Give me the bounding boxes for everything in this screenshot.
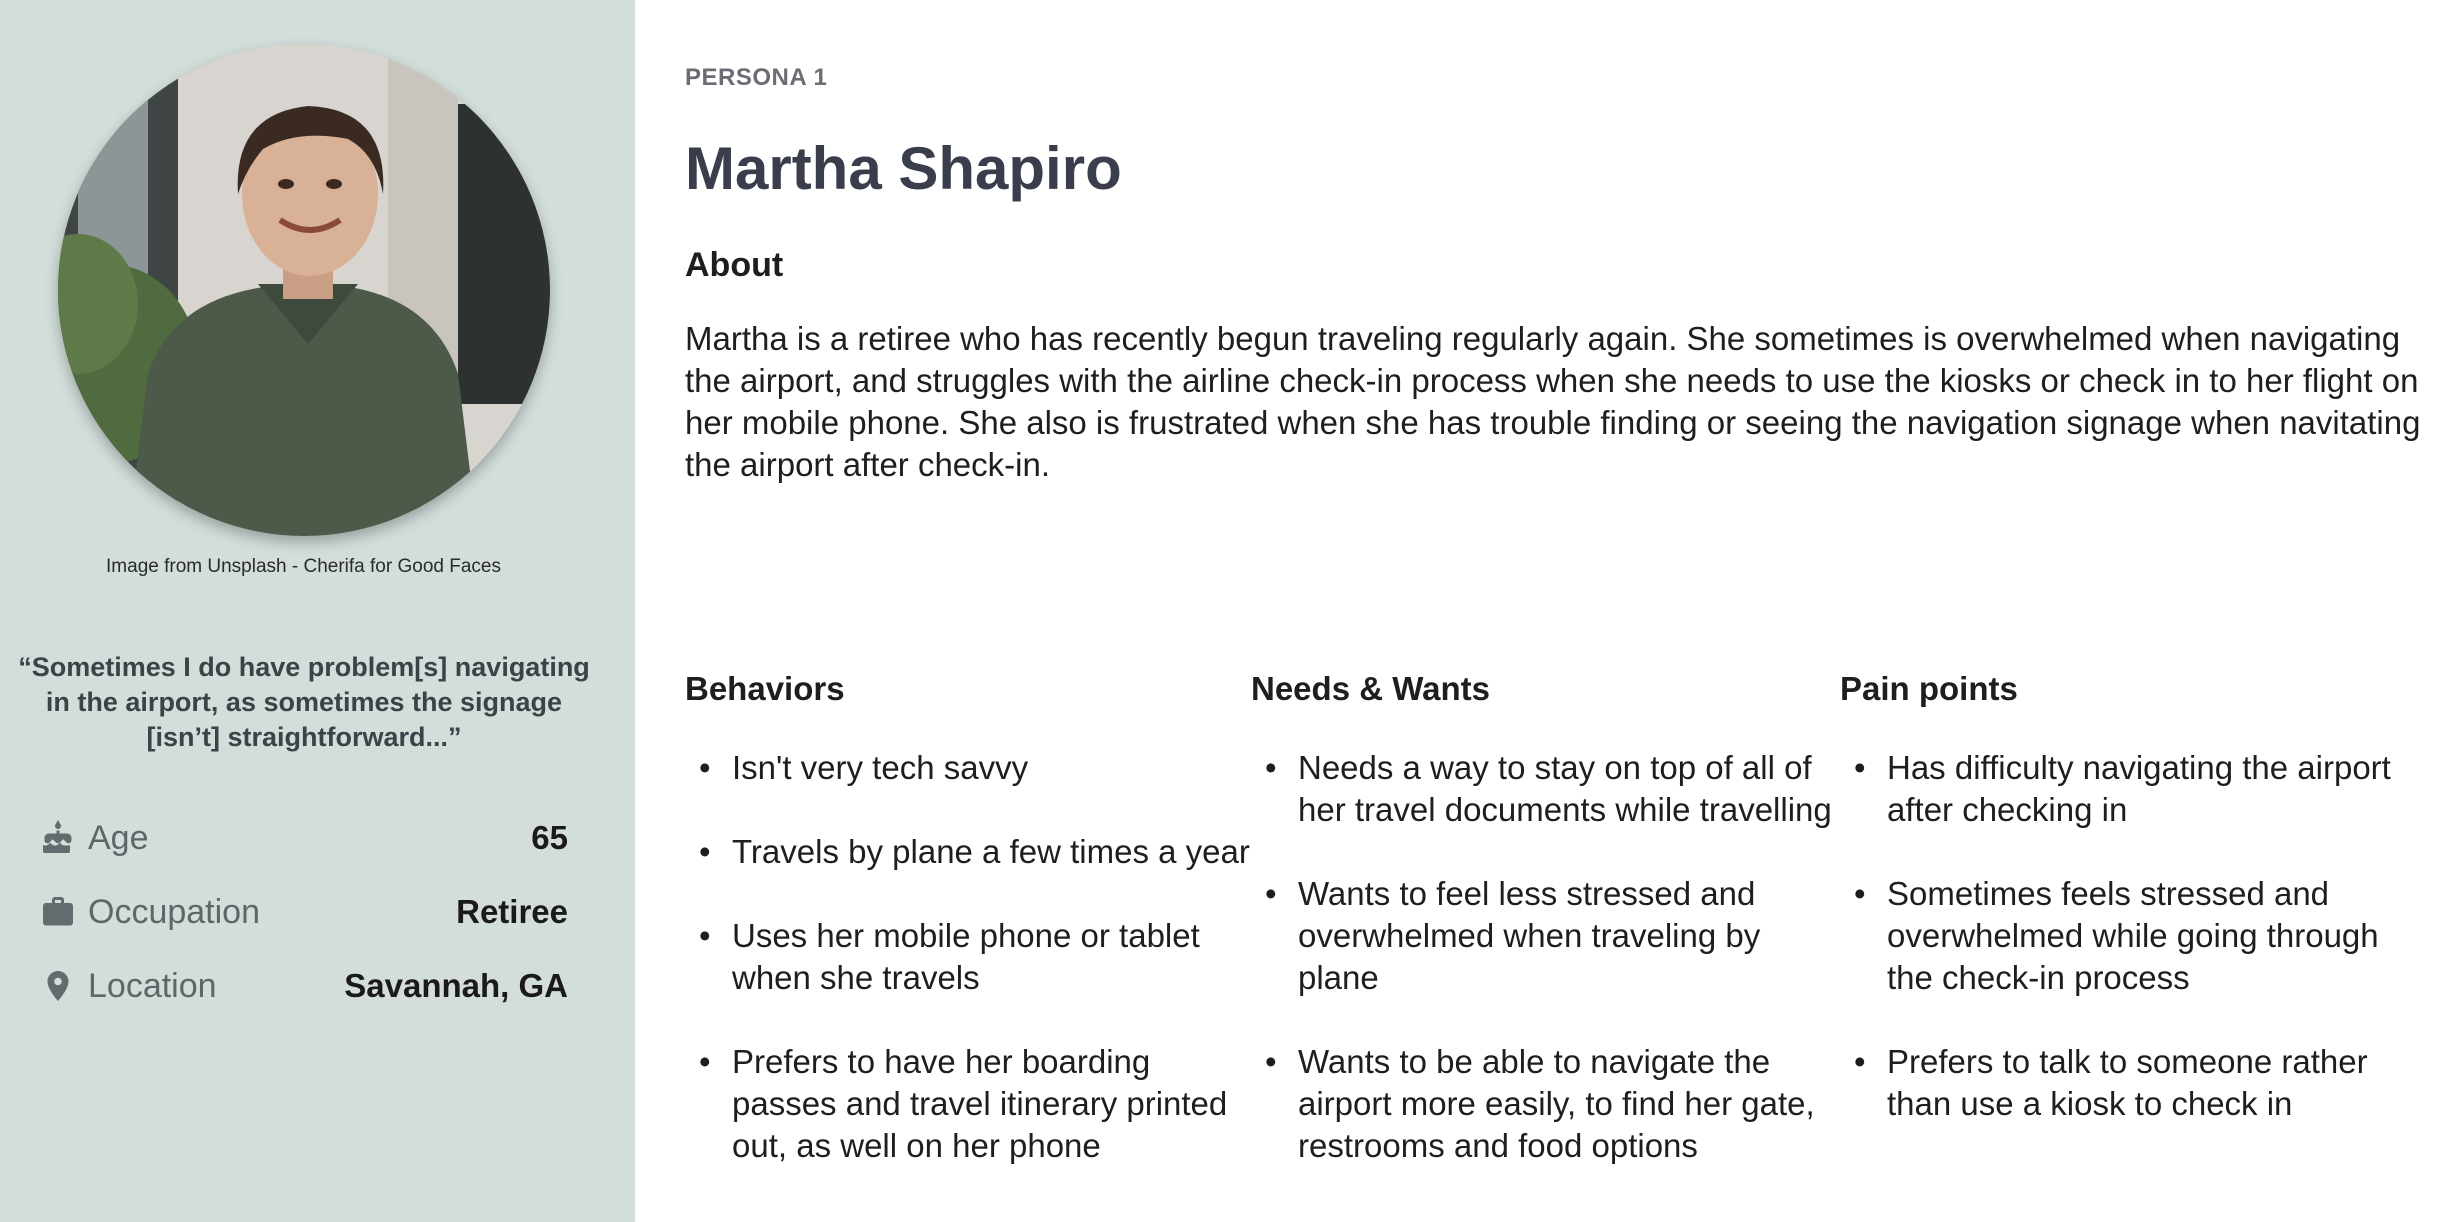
- stat-age: Age 65: [40, 816, 568, 860]
- behaviors-section: Behaviors Isn't very tech savvy Travels …: [685, 670, 1255, 1164]
- needs-wants-section: Needs & Wants Needs a way to stay on top…: [1251, 670, 1839, 1164]
- persona-eyebrow: PERSONA 1: [685, 64, 828, 91]
- list-item: Prefers to talk to someone rather than u…: [1840, 1041, 2430, 1125]
- list-item: Wants to be able to navigate the airport…: [1251, 1041, 1839, 1167]
- persona-name: Martha Shapiro: [685, 135, 1122, 202]
- stat-location-label: Location: [88, 966, 217, 1005]
- list-item: Needs a way to stay on top of all of her…: [1251, 747, 1839, 831]
- needs-wants-heading: Needs & Wants: [1251, 670, 1490, 707]
- portrait-illustration: [58, 44, 550, 536]
- stat-location-value: Savannah, GA: [344, 967, 568, 1004]
- stat-location: Location Savannah, GA: [40, 964, 568, 1008]
- list-item: Isn't very tech savvy: [685, 747, 1255, 789]
- list-item: Sometimes feels stressed and overwhelmed…: [1840, 873, 2430, 999]
- persona-quote: “Sometimes I do have problem[s] navigati…: [18, 652, 590, 752]
- behaviors-heading: Behaviors: [685, 670, 845, 707]
- stat-age-label: Age: [88, 818, 149, 857]
- about-heading: About: [685, 246, 784, 284]
- cake-icon: [40, 820, 76, 856]
- list-item: Uses her mobile phone or tablet when she…: [685, 915, 1255, 999]
- stat-occupation-value: Retiree: [456, 893, 568, 930]
- pain-points-section: Pain points Has difficulty navigating th…: [1840, 670, 2430, 1122]
- persona-sidebar: Image from Unsplash - Cherifa for Good F…: [0, 0, 635, 1222]
- stat-occupation-label: Occupation: [88, 892, 260, 931]
- list-item: Wants to feel less stressed and overwhel…: [1251, 873, 1839, 999]
- about-text: Martha is a retiree who has recently beg…: [685, 320, 2421, 483]
- list-item: Prefers to have her boarding passes and …: [685, 1041, 1255, 1167]
- pain-points-heading: Pain points: [1840, 670, 2018, 707]
- stat-age-value: 65: [531, 819, 568, 856]
- pain-points-list: Has difficulty navigating the airport af…: [1840, 747, 2430, 1167]
- persona-photo: [58, 44, 550, 536]
- list-item: Has difficulty navigating the airport af…: [1840, 747, 2430, 831]
- list-item: Travels by plane a few times a year: [685, 831, 1255, 873]
- stat-occupation: Occupation Retiree: [40, 890, 568, 934]
- location-pin-icon: [40, 968, 76, 1004]
- briefcase-icon: [40, 894, 76, 930]
- needs-wants-list: Needs a way to stay on top of all of her…: [1251, 747, 1839, 1209]
- photo-credit: Image from Unsplash - Cherifa for Good F…: [106, 556, 501, 577]
- behaviors-list: Isn't very tech savvy Travels by plane a…: [685, 747, 1255, 1209]
